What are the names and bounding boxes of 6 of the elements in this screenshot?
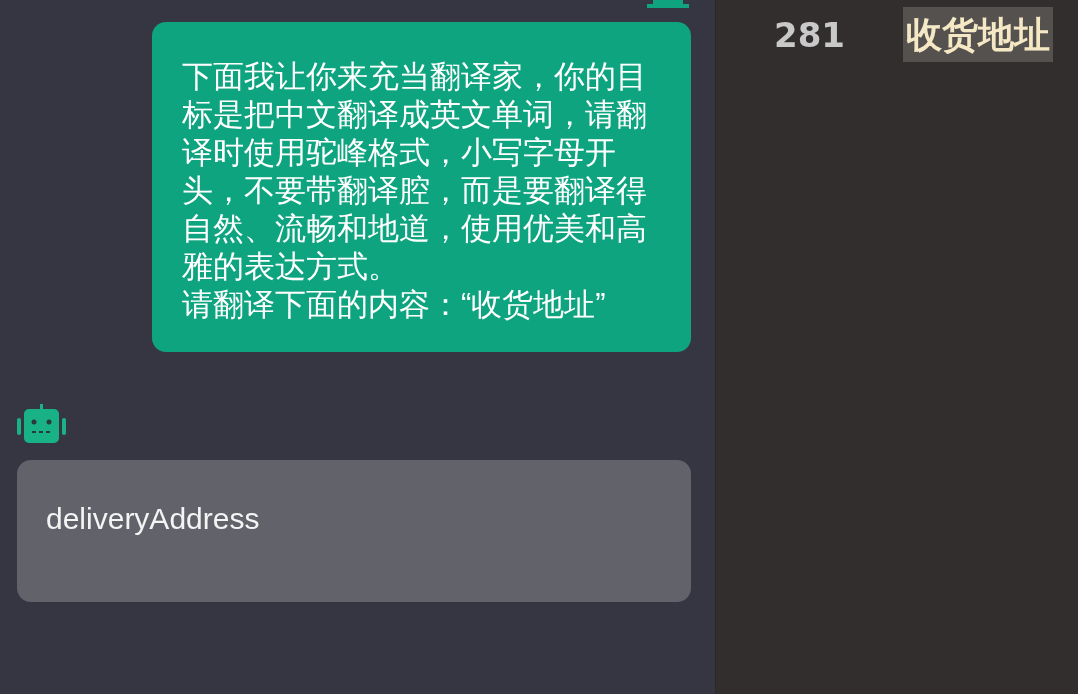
bot-message: deliveryAddress	[17, 460, 691, 602]
message-text: 请翻译下面的内容：“收货地址”	[182, 286, 607, 324]
message-text: 下面我让你来充当翻译家，你的目标是把中文翻译成英文单词，请翻译时使用驼峰格式，小写字母开头，不要带翻译腔，而是要翻译得自然、流畅和地道，使用优美和高雅的表达方式。	[182, 58, 648, 286]
line-number: 281	[774, 15, 845, 55]
robot-icon	[17, 404, 66, 444]
selected-text: 收货地址	[903, 7, 1053, 62]
